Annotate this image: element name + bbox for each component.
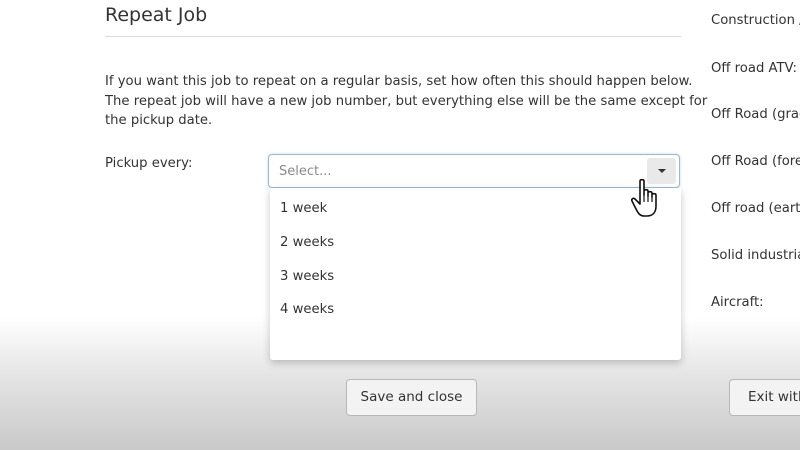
option-2-weeks[interactable]: 2 weeks	[280, 235, 334, 250]
description-line: the pickup date.	[105, 113, 213, 128]
caret-down-icon	[658, 169, 666, 173]
option-4-weeks[interactable]: 4 weeks	[280, 302, 334, 317]
description-line: If you want this job to repeat on a regu…	[105, 74, 693, 89]
field-label-solid-industrial: Solid industria	[711, 248, 800, 263]
select-placeholder: Select...	[279, 164, 332, 179]
repeat-description: If you want this job to repeat on a regu…	[105, 72, 708, 131]
save-and-close-button[interactable]: Save and close	[346, 379, 477, 416]
pickup-frequency-select[interactable]: Select...	[268, 154, 680, 188]
description-line: The repeat job will have a new job numbe…	[105, 93, 708, 109]
field-label-offroad-fore: Off Road (fore	[711, 154, 800, 169]
hand-pointer-icon	[630, 178, 664, 224]
section-title: Repeat Job	[105, 4, 208, 26]
field-label-offroad-atv: Off road ATV:	[711, 61, 797, 76]
field-label-offroad-grac: Off Road (grac	[711, 107, 800, 122]
field-label-aircraft: Aircraft:	[711, 295, 764, 310]
exit-button[interactable]: Exit with	[729, 379, 800, 416]
pickup-frequency-options: 1 week 2 weeks 3 weeks 4 weeks	[270, 188, 681, 360]
field-label-offroad-earth: Off road (eartl	[711, 201, 800, 216]
option-3-weeks[interactable]: 3 weeks	[280, 269, 334, 284]
pickup-every-label: Pickup every:	[105, 156, 193, 171]
option-1-week[interactable]: 1 week	[280, 201, 327, 216]
title-divider	[105, 36, 681, 37]
field-label-construction: Construction /	[711, 13, 800, 28]
